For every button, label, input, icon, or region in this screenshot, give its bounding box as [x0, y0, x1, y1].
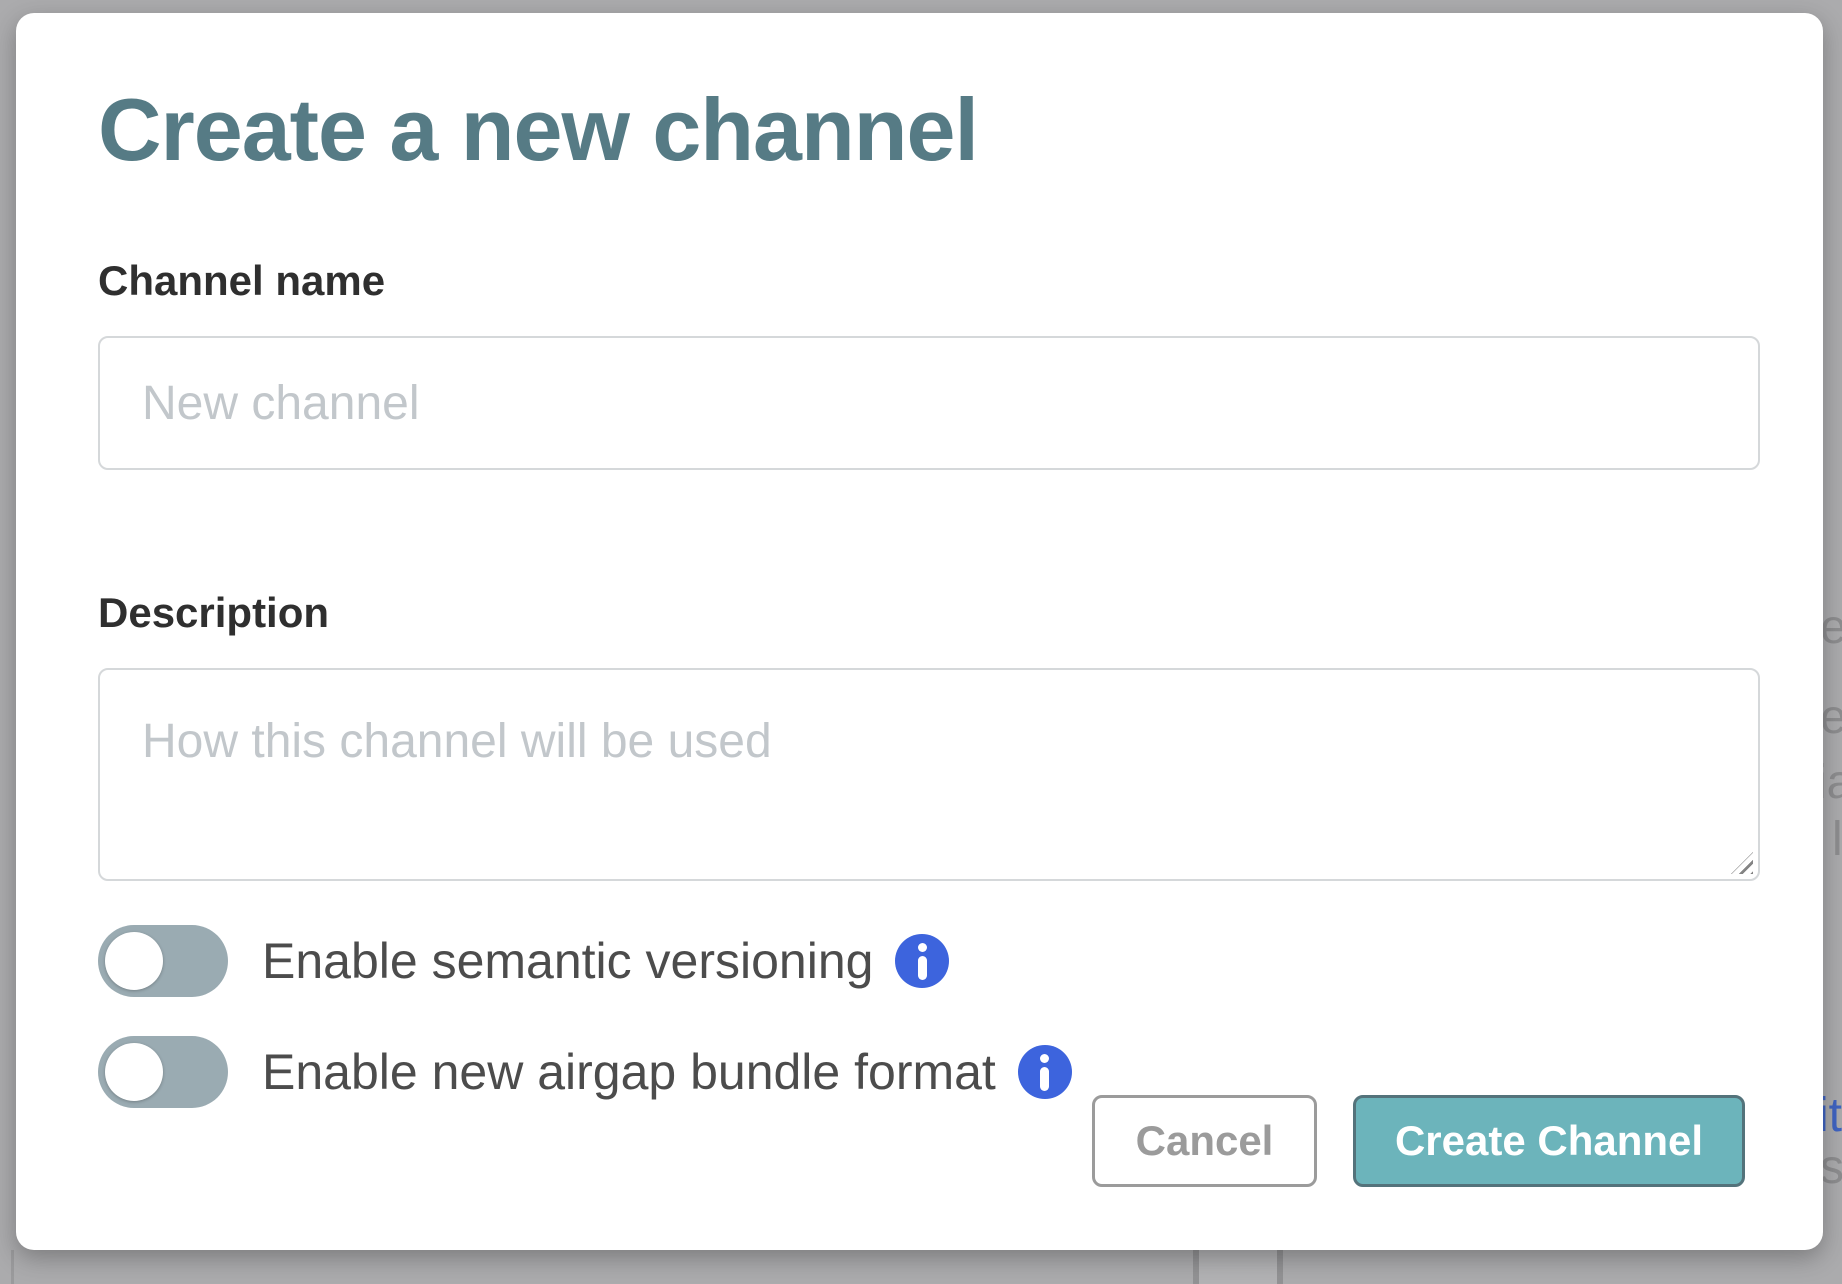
toggle-knob	[105, 932, 163, 990]
background-page-divider	[11, 1250, 14, 1284]
info-icon[interactable]	[1018, 1045, 1072, 1099]
channel-name-label: Channel name	[98, 260, 1759, 302]
background-page-element	[1193, 1250, 1283, 1284]
semantic-versioning-toggle[interactable]	[98, 925, 228, 997]
background-text-fragment: s	[1820, 1140, 1842, 1195]
info-icon[interactable]	[895, 934, 949, 988]
create-channel-modal: Create a new channel Channel name Descri…	[16, 13, 1823, 1250]
cancel-button[interactable]: Cancel	[1092, 1095, 1317, 1187]
airgap-bundle-label: Enable new airgap bundle format	[262, 1047, 996, 1097]
semantic-versioning-row: Enable semantic versioning	[98, 925, 1759, 997]
channel-name-input[interactable]	[98, 336, 1760, 470]
create-channel-button[interactable]: Create Channel	[1353, 1095, 1745, 1187]
description-textarea[interactable]	[98, 668, 1760, 881]
description-label: Description	[98, 592, 1759, 634]
background-text-fragment: e	[1820, 600, 1842, 655]
background-text-fragment: l	[1832, 812, 1842, 867]
modal-title: Create a new channel	[98, 86, 1759, 174]
background-text-fragment: e	[1820, 690, 1842, 745]
semantic-versioning-label: Enable semantic versioning	[262, 936, 873, 986]
modal-footer: Cancel Create Channel	[1092, 1095, 1745, 1187]
toggle-knob	[105, 1043, 163, 1101]
airgap-bundle-toggle[interactable]	[98, 1036, 228, 1108]
description-field-wrap	[98, 668, 1760, 881]
